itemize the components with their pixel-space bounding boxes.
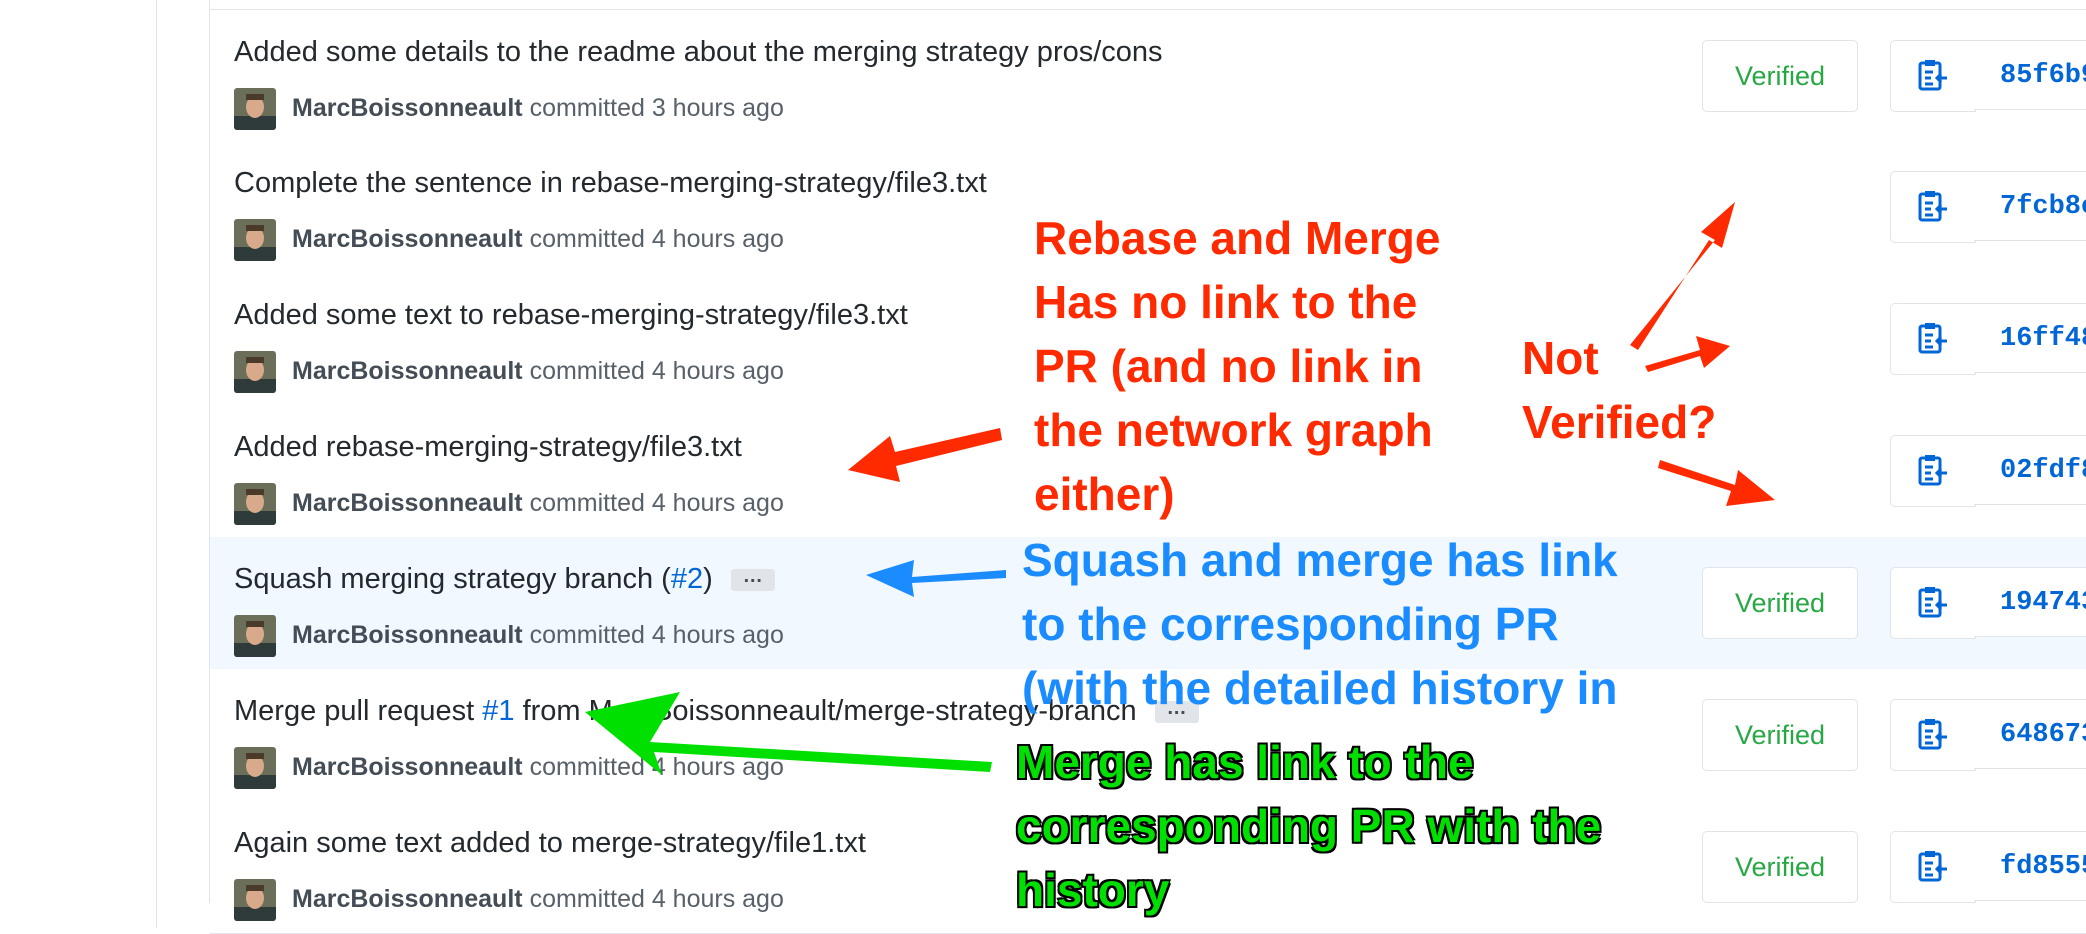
green-arrow-merge — [585, 692, 992, 775]
annotation-not-verified: Not Verified? — [1522, 332, 1717, 448]
red-arrow-not-verified-3 — [1658, 460, 1775, 506]
annotation-merge: Merge has link to the corresponding PR w… — [1016, 736, 1602, 916]
blue-arrow-squash — [866, 560, 1006, 597]
annotation-rebase: Rebase and Merge Has no link to the PR (… — [1034, 212, 1441, 520]
annotation-squash: Squash and merge has link to the corresp… — [1022, 534, 1618, 714]
red-arrow-rebase — [848, 428, 1002, 482]
